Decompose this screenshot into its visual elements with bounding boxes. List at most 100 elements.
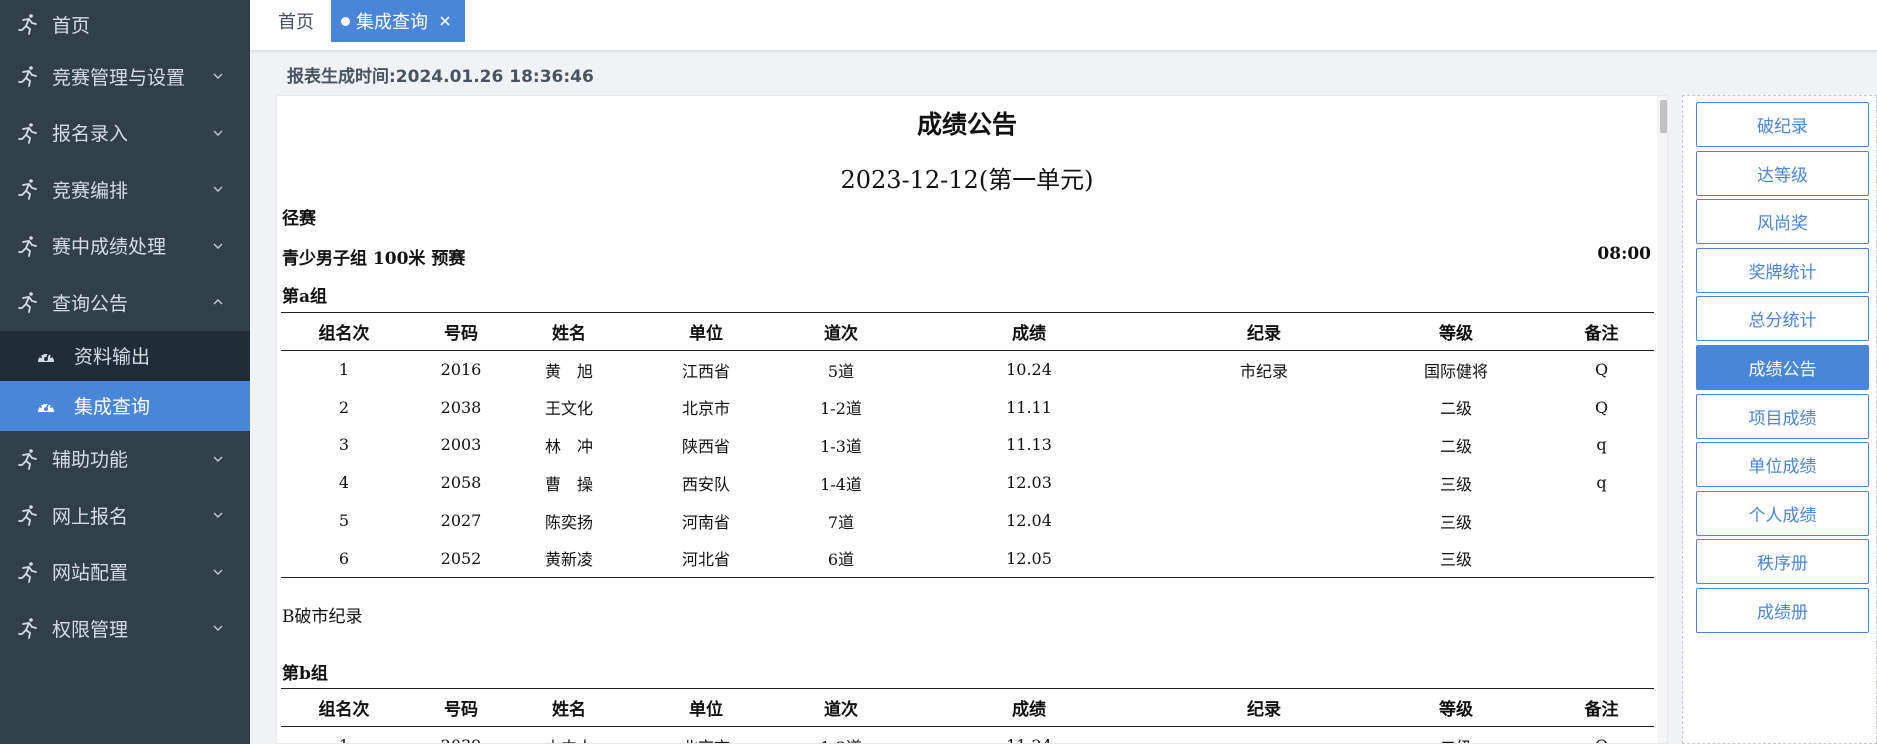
sidebar-item-auxiliary[interactable]: 辅助功能 xyxy=(0,431,250,488)
table-cell xyxy=(1165,464,1363,502)
table-row: 4 2058 曹 操 西安队 1-4道 12.03 三级 q xyxy=(281,464,1654,502)
sidebar-item-label: 权限管理 xyxy=(52,618,129,641)
sidebar-item-label: 辅助功能 xyxy=(52,449,129,472)
table-cell: q xyxy=(1596,473,1607,493)
table-cell: 3 xyxy=(338,435,350,455)
report-type-button[interactable]: 项目成绩 xyxy=(1696,393,1869,439)
chevron-up-icon xyxy=(213,299,223,305)
table-cell: 西安队 xyxy=(681,474,730,494)
tab-integrated-query[interactable]: 集成查询 xyxy=(331,0,465,42)
report-type-button[interactable]: 风尚奖 xyxy=(1696,199,1869,245)
table-cell: 市纪录 xyxy=(1239,361,1288,381)
sidebar-item-scheduling[interactable]: 竞赛编排 xyxy=(0,161,250,218)
table-cell: 二级 xyxy=(1439,399,1472,419)
chevron-down-icon xyxy=(213,625,223,632)
table-cell: 2058 xyxy=(440,473,482,493)
table-cell: 二级 xyxy=(1439,436,1472,456)
report-type-button[interactable]: 奖牌统计 xyxy=(1696,247,1869,293)
column-header: 号码 xyxy=(407,688,515,727)
app-root: 首页 竞赛管理与设置 报名录入 竞赛编排 赛中成绩处理 查询公告 资料输出 集成… xyxy=(0,0,1877,744)
table-row: 12039山中人北京市1-3道11.24 二级Q xyxy=(281,727,1654,744)
chevron-down-icon xyxy=(213,130,223,136)
sidebar-subitem-data-output[interactable]: 资料输出 xyxy=(0,330,250,381)
table-cell xyxy=(1165,388,1363,426)
table-cell: 河北省 xyxy=(623,539,789,578)
table-row: 6 2052 黄新凌 河北省 6道 12.05 三级 xyxy=(281,539,1654,578)
chevron-down-icon xyxy=(213,243,223,249)
table-cell: 5道 xyxy=(827,361,855,381)
sidebar-item-results-processing[interactable]: 赛中成绩处理 xyxy=(0,218,250,275)
column-header: 成绩 xyxy=(893,688,1165,727)
sidebar-item-home[interactable]: 首页 xyxy=(0,0,250,48)
chevron-down-icon xyxy=(213,186,223,193)
runner-icon xyxy=(18,14,37,35)
table-cell: 三级 xyxy=(1363,539,1549,578)
table-row: 1 2016 黄 旭 江西省 5道 10.24 市纪录 国际健将 Q xyxy=(281,351,1654,389)
report-type-panel: 破纪录 达等级 风尚奖 奖牌统计 总分统计 成绩公告 项目成绩 单位成绩 个人成绩 秩序册 成绩册 xyxy=(1682,95,1877,744)
report-type-button[interactable]: 秩序册 xyxy=(1696,539,1869,585)
table-cell: 6 xyxy=(281,539,407,578)
column-header: 组名次 xyxy=(281,688,407,727)
table-cell: Q xyxy=(1549,727,1654,743)
report-type-button[interactable]: 成绩公告 xyxy=(1696,345,1869,390)
sidebar-item-competition-settings[interactable]: 竞赛管理与设置 xyxy=(0,48,250,105)
table-row: 3 2003 林 冲 陕西省 1-3道 11.13 二级 q xyxy=(281,426,1654,464)
group-a-label: 第a组 xyxy=(282,287,328,307)
sidebar-item-registration[interactable]: 报名录入 xyxy=(0,105,250,162)
sidebar-subitem-label: 集成查询 xyxy=(74,396,151,418)
sidebar-item-label: 网站配置 xyxy=(52,562,129,585)
runner-icon xyxy=(18,122,37,144)
report-subtitle: 2023-12-12(第一单元) xyxy=(840,166,1094,194)
table-cell: 12.04 xyxy=(1006,511,1052,531)
sidebar-item-label: 赛中成绩处理 xyxy=(52,236,167,259)
report-type-button[interactable]: 达等级 xyxy=(1696,150,1869,196)
table-cell: 1 xyxy=(338,360,350,380)
sidebar-item-permissions[interactable]: 权限管理 xyxy=(0,600,250,657)
report-type-button[interactable]: 成绩册 xyxy=(1696,588,1869,633)
tab-home[interactable]: 首页 xyxy=(278,0,314,42)
table-cell: 11.24 xyxy=(893,727,1165,743)
report-type-button[interactable]: 总分统计 xyxy=(1696,296,1869,342)
sidebar-item-query-announcement[interactable]: 查询公告 xyxy=(0,274,250,331)
column-header: 单位 xyxy=(623,688,789,727)
table-cell xyxy=(1165,502,1363,540)
sidebar-item-site-config[interactable]: 网站配置 xyxy=(0,544,250,601)
table-cell: 黄新凌 xyxy=(515,539,623,578)
table-cell: Q xyxy=(1594,397,1609,417)
report-type-button[interactable]: 破纪录 xyxy=(1696,102,1869,147)
runner-icon xyxy=(18,505,37,527)
table-cell xyxy=(1165,727,1363,744)
scrollbar-track[interactable] xyxy=(1657,96,1667,743)
results-table-group-a: 组名次 号码 姓名 单位 道次 成绩 纪录 等级 备注 1 2016 黄 旭 江西省 5… xyxy=(281,312,1654,578)
runner-icon xyxy=(18,448,37,470)
sidebar-item-label: 竞赛编排 xyxy=(52,179,129,202)
table-cell: 11.13 xyxy=(1006,435,1052,455)
close-icon[interactable] xyxy=(438,14,452,28)
table-cell: 林 冲 xyxy=(544,436,593,456)
column-header: 组名次 xyxy=(281,312,407,351)
column-header: 等级 xyxy=(1363,312,1549,351)
table-cell: q xyxy=(1596,435,1607,455)
report-type-button[interactable]: 个人成绩 xyxy=(1696,490,1869,536)
column-header: 纪录 xyxy=(1165,312,1363,351)
scrollbar-thumb[interactable] xyxy=(1660,100,1667,133)
column-header: 备注 xyxy=(1549,312,1654,351)
runner-icon xyxy=(18,66,37,88)
table-cell: 12.05 xyxy=(893,539,1165,578)
report-type-button[interactable]: 单位成绩 xyxy=(1696,442,1869,488)
sidebar-subitem-label: 资料输出 xyxy=(74,346,151,368)
table-cell: 王文化 xyxy=(544,399,593,419)
table-cell: 1-3道 xyxy=(820,436,862,456)
table-cell: 陈奕扬 xyxy=(544,512,593,532)
table-cell: 江西省 xyxy=(681,361,730,381)
results-table-group-b: 组名次 号码 姓名 单位 道次 成绩 纪录 等级 备注 12039山中人北京市1… xyxy=(281,688,1654,744)
sidebar: 首页 竞赛管理与设置 报名录入 竞赛编排 赛中成绩处理 查询公告 资料输出 集成… xyxy=(0,0,250,744)
table-cell: 陕西省 xyxy=(681,436,730,456)
event-time: 08:00 xyxy=(1597,244,1651,264)
chevron-down-icon xyxy=(213,569,223,575)
category-label: 径赛 xyxy=(282,209,316,229)
table-cell: 河南省 xyxy=(681,512,730,532)
sidebar-item-online-registration[interactable]: 网上报名 xyxy=(0,487,250,544)
column-header: 姓名 xyxy=(515,688,623,727)
sidebar-subitem-integrated-query[interactable]: 集成查询 xyxy=(0,380,250,431)
